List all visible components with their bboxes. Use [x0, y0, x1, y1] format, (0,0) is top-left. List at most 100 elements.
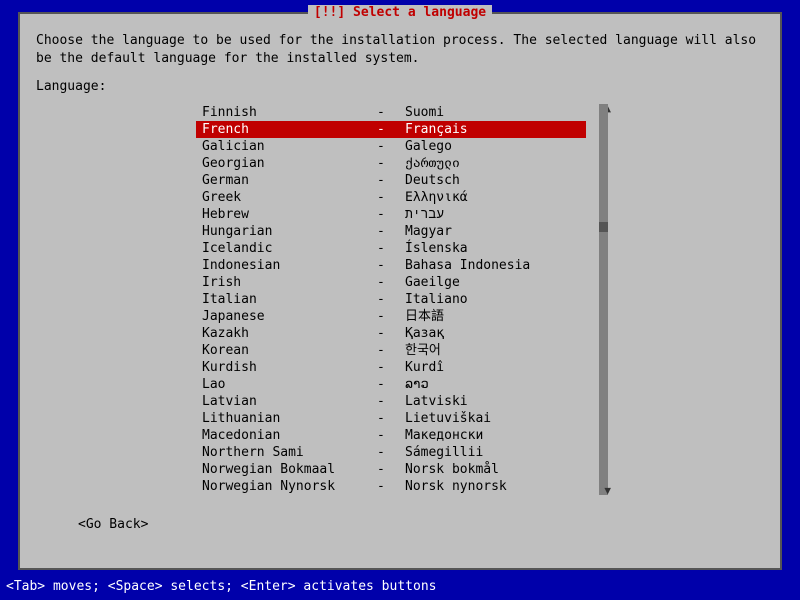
separator: -	[377, 461, 405, 478]
language-english: Latvian	[202, 393, 377, 410]
language-english: Italian	[202, 291, 377, 308]
language-row[interactable]: Lithuanian-Lietuviškai	[196, 410, 586, 427]
separator: -	[377, 257, 405, 274]
language-native: עברית	[405, 206, 580, 223]
separator: -	[377, 342, 405, 359]
language-native: Lietuviškai	[405, 410, 580, 427]
language-native: Norsk bokmål	[405, 461, 580, 478]
language-english: Greek	[202, 189, 377, 206]
language-row[interactable]: Galician-Galego	[196, 138, 586, 155]
language-english: Norwegian Nynorsk	[202, 478, 377, 495]
separator: -	[377, 376, 405, 393]
go-back-button[interactable]: <Go Back>	[78, 517, 148, 532]
language-row[interactable]: Lao-ລາວ	[196, 376, 586, 393]
separator: -	[377, 359, 405, 376]
separator: -	[377, 393, 405, 410]
language-native: Sámegillii	[405, 444, 580, 461]
separator: -	[377, 478, 405, 495]
scrollbar-thumb[interactable]	[599, 222, 608, 232]
language-row[interactable]: Kurdish-Kurdî	[196, 359, 586, 376]
language-row[interactable]: German-Deutsch	[196, 172, 586, 189]
language-english: Kazakh	[202, 325, 377, 342]
language-row[interactable]: Hebrew-עברית	[196, 206, 586, 223]
language-native: Italiano	[405, 291, 580, 308]
language-row[interactable]: Indonesian-Bahasa Indonesia	[196, 257, 586, 274]
separator: -	[377, 104, 405, 121]
separator: -	[377, 138, 405, 155]
language-english: Irish	[202, 274, 377, 291]
language-native: Suomi	[405, 104, 580, 121]
dialog-title: [!!] Select a language	[308, 5, 492, 20]
language-row[interactable]: Norwegian Bokmaal-Norsk bokmål	[196, 461, 586, 478]
language-native: ქართული	[405, 155, 580, 172]
language-native: Македонски	[405, 427, 580, 444]
separator: -	[377, 291, 405, 308]
language-english: Lithuanian	[202, 410, 377, 427]
language-english: Hungarian	[202, 223, 377, 240]
language-native: Magyar	[405, 223, 580, 240]
scroll-down-icon[interactable]: ▼	[604, 484, 611, 497]
language-row[interactable]: Latvian-Latviski	[196, 393, 586, 410]
language-native: Galego	[405, 138, 580, 155]
separator: -	[377, 189, 405, 206]
language-row[interactable]: French-Français	[196, 121, 586, 138]
language-row[interactable]: Norwegian Nynorsk-Norsk nynorsk	[196, 478, 586, 495]
language-native: Gaeilge	[405, 274, 580, 291]
language-native: Íslenska	[405, 240, 580, 257]
separator: -	[377, 325, 405, 342]
language-native: Қазақ	[405, 325, 580, 342]
language-row[interactable]: Kazakh-Қазақ	[196, 325, 586, 342]
language-english: German	[202, 172, 377, 189]
separator: -	[377, 155, 405, 172]
language-english: Kurdish	[202, 359, 377, 376]
language-row[interactable]: Greek-Ελληνικά	[196, 189, 586, 206]
language-row[interactable]: Icelandic-Íslenska	[196, 240, 586, 257]
language-row[interactable]: Irish-Gaeilge	[196, 274, 586, 291]
language-row[interactable]: Macedonian-Македонски	[196, 427, 586, 444]
language-english: Indonesian	[202, 257, 377, 274]
separator: -	[377, 240, 405, 257]
language-english: Finnish	[202, 104, 377, 121]
language-row[interactable]: Hungarian-Magyar	[196, 223, 586, 240]
dialog-title-wrap: [!!] Select a language	[20, 5, 780, 20]
footer-help: <Tab> moves; <Space> selects; <Enter> ac…	[6, 579, 436, 594]
language-row[interactable]: Korean-한국어	[196, 342, 586, 359]
language-english: Icelandic	[202, 240, 377, 257]
language-native: Ελληνικά	[405, 189, 580, 206]
language-native: Latviski	[405, 393, 580, 410]
language-label: Language:	[36, 79, 764, 94]
separator: -	[377, 274, 405, 291]
language-row[interactable]: Finnish-Suomi	[196, 104, 586, 121]
language-row[interactable]: Northern Sami-Sámegillii	[196, 444, 586, 461]
separator: -	[377, 172, 405, 189]
language-native: 日本語	[405, 308, 580, 325]
language-native: Deutsch	[405, 172, 580, 189]
language-english: Galician	[202, 138, 377, 155]
language-english: Macedonian	[202, 427, 377, 444]
language-english: Korean	[202, 342, 377, 359]
language-english: French	[202, 121, 377, 138]
language-list-wrap: Finnish-SuomiFrench-FrançaisGalician-Gal…	[196, 104, 608, 495]
language-native: Français	[405, 121, 580, 138]
separator: -	[377, 206, 405, 223]
separator: -	[377, 427, 405, 444]
separator: -	[377, 308, 405, 325]
language-english: Hebrew	[202, 206, 377, 223]
language-native: Norsk nynorsk	[405, 478, 580, 495]
language-row[interactable]: Georgian-ქართული	[196, 155, 586, 172]
language-row[interactable]: Italian-Italiano	[196, 291, 586, 308]
scrollbar[interactable]	[599, 104, 608, 495]
language-english: Lao	[202, 376, 377, 393]
separator: -	[377, 410, 405, 427]
intro-text: Choose the language to be used for the i…	[36, 32, 764, 67]
separator: -	[377, 223, 405, 240]
language-native: Kurdî	[405, 359, 580, 376]
language-english: Norwegian Bokmaal	[202, 461, 377, 478]
dialog-frame: [!!] Select a language Choose the langua…	[18, 12, 782, 570]
dialog-content: Choose the language to be used for the i…	[20, 14, 780, 542]
language-native: 한국어	[405, 342, 580, 359]
language-native: ລາວ	[405, 376, 580, 393]
language-row[interactable]: Japanese-日本語	[196, 308, 586, 325]
language-list[interactable]: Finnish-SuomiFrench-FrançaisGalician-Gal…	[196, 104, 586, 495]
language-english: Georgian	[202, 155, 377, 172]
